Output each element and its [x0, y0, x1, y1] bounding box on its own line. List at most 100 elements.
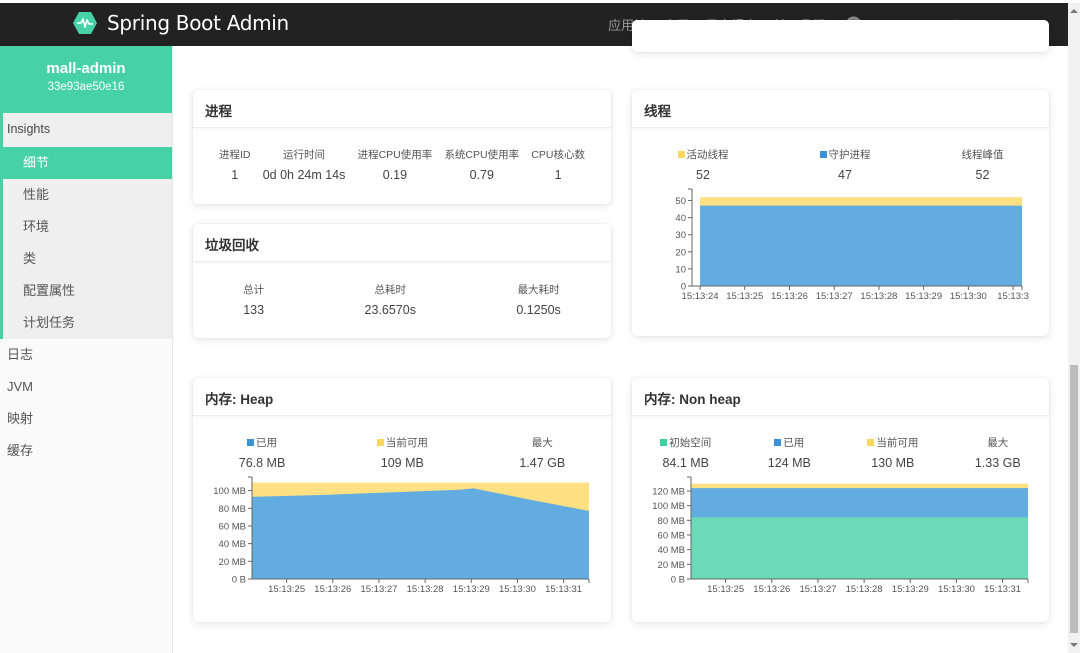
- x-tick-label: 15:13:24: [682, 291, 719, 302]
- stat-gc-total-time: 总耗时 23.6570s: [364, 284, 416, 317]
- sidebar: mall-admin 33e93ae50e16 Insights 细节 性能 环…: [0, 46, 173, 653]
- x-tick-label: 15:13:30: [938, 584, 975, 595]
- instance-name: mall-admin: [46, 60, 126, 77]
- x-tick-label: 15:13:28: [846, 584, 883, 595]
- stat-live-threads: 活动线程 52: [677, 147, 729, 182]
- nonheap-card-title: 内存: Non heap: [632, 378, 1049, 416]
- partial-card: [632, 20, 1049, 52]
- y-tick-label: 20 MB: [219, 557, 246, 568]
- x-tick-label: 15:13:29: [892, 584, 929, 595]
- stat-heap-max: 最大 1.47 GB: [519, 437, 566, 470]
- threads-card: 线程 活动线程 52 守护进程 47 线程峰值 52 0 10 20 30 40 50 15:13…: [632, 90, 1049, 336]
- y-tick-label: 60 MB: [219, 521, 246, 532]
- x-tick-label: 15:13:26: [753, 584, 790, 595]
- legend-swatch: [660, 439, 668, 446]
- x-tick-label: 15:13:28: [407, 584, 444, 595]
- sidebar-item-caches[interactable]: 缓存: [0, 435, 172, 467]
- y-tick-label: 120 MB: [652, 487, 685, 498]
- heap-card-title: 内存: Heap: [193, 378, 611, 416]
- area-series-2: [691, 517, 1028, 579]
- x-tick-label: 15:13:29: [453, 584, 490, 595]
- stat-nonheap-init: 初始空间 84.1 MB: [660, 435, 711, 470]
- stat-daemon-threads: 守护进程 47: [819, 147, 871, 182]
- sidebar-item-scheduled-tasks[interactable]: 计划任务: [3, 307, 172, 339]
- sidebar-item-metrics[interactable]: 性能: [3, 179, 172, 211]
- area-series-1: [700, 205, 1022, 286]
- stat-system-cpu: 系统CPU使用率 0.79: [444, 149, 520, 182]
- y-tick-label: 20 MB: [658, 560, 685, 571]
- x-tick-label: 15:13:25: [268, 584, 305, 595]
- x-tick-label: 15:13:31: [545, 584, 582, 595]
- brand[interactable]: Spring Boot Admin: [72, 11, 289, 35]
- stat-heap-used: 已用 76.8 MB: [238, 437, 286, 470]
- y-tick-label: 40: [675, 213, 686, 224]
- y-tick-label: 100 MB: [652, 501, 685, 512]
- y-tick-label: 40 MB: [658, 545, 685, 556]
- legend-swatch: [819, 151, 827, 158]
- legend-swatch: [867, 439, 875, 446]
- x-tick-label: 15:13:30: [499, 584, 536, 595]
- sidebar-item-logging[interactable]: 日志: [0, 339, 172, 371]
- x-tick-label: 15:13:27: [799, 584, 836, 595]
- x-tick-label: 15:13:30: [950, 291, 987, 302]
- scroll-down-arrow-icon[interactable]: [1070, 643, 1078, 647]
- nonheap-chart: 0 B 20 MB 40 MB 60 MB 80 MB 100 MB 120 MB 15:13…: [652, 476, 1029, 595]
- stat-nonheap-committed: 当前可用 130 MB: [867, 435, 918, 470]
- stat-uptime: 运行时间 0d 0h 24m 14s: [262, 149, 346, 182]
- gc-card-title: 垃圾回收: [193, 224, 611, 262]
- x-tick-label: 15:13:25: [726, 291, 763, 302]
- x-tick-label: 15:13:31: [984, 584, 1021, 595]
- stat-nonheap-max: 最大 1.33 GB: [974, 437, 1021, 470]
- sidebar-group-insights: Insights 细节 性能 环境 类 配置属性 计划任务: [0, 113, 172, 339]
- threads-chart: 0102030405015:13:24 15:13:25 15:13:26 15:13…: [675, 188, 1029, 302]
- process-stats: 进程ID 1 运行时间 0d 0h 24m 14s 进程CPU使用率 0.19 系统C…: [193, 128, 611, 182]
- app-title: Spring Boot Admin: [107, 11, 289, 35]
- spring-boot-admin-logo-icon: [73, 12, 97, 34]
- stat-nonheap-used: 已用 124 MB: [767, 437, 811, 470]
- threads-card-title: 线程: [632, 90, 1049, 128]
- sidebar-item-beans[interactable]: 类: [3, 243, 172, 275]
- sidebar-item-environment[interactable]: 环境: [3, 211, 172, 243]
- instance-header: mall-admin 33e93ae50e16: [0, 46, 172, 113]
- sidebar-item-configprops[interactable]: 配置属性: [3, 275, 172, 307]
- gc-stats: 总计 133 总耗时 23.6570s 最大耗时 0.1250s: [193, 262, 611, 317]
- heap-stats: 已用 76.8 MB 当前可用 109 MB 最大 1.47 GB: [193, 416, 611, 470]
- stat-process-cpu: 进程CPU使用率 0.19: [357, 149, 433, 182]
- y-tick-label: 50: [675, 196, 686, 207]
- sidebar-item-mappings[interactable]: 映射: [0, 403, 172, 435]
- y-tick-label: 100 MB: [213, 486, 246, 497]
- x-tick-label: 15:13:28: [860, 291, 897, 302]
- scroll-up-arrow-icon[interactable]: [1070, 9, 1078, 13]
- y-tick-label: 40 MB: [219, 539, 246, 550]
- stat-heap-committed: 当前可用 109 MB: [376, 435, 428, 470]
- nonheap-stats: 初始空间 84.1 MB 已用 124 MB 当前可用 130 MB 最大 1.33 G…: [632, 416, 1049, 470]
- sidebar-item-details[interactable]: 细节: [0, 147, 172, 179]
- process-card-title: 进程: [193, 90, 611, 128]
- gc-card: 垃圾回收 总计 133 总耗时 23.6570s 最大耗时 0.1250s: [193, 224, 611, 338]
- legend-swatch: [774, 439, 782, 446]
- x-tick-label: 15:13:27: [360, 584, 397, 595]
- sidebar-item-jvm[interactable]: JVM: [0, 371, 172, 403]
- stat-pid: 进程ID 1: [219, 149, 251, 182]
- vertical-scrollbar[interactable]: [1068, 3, 1080, 653]
- x-tick-label: 15:13:26: [314, 584, 351, 595]
- legend-swatch: [677, 151, 685, 158]
- stat-cpu-cores: CPU核心数 1: [531, 149, 585, 182]
- threads-stats: 活动线程 52 守护进程 47 线程峰值 52: [632, 128, 1049, 182]
- y-tick-label: 20: [675, 247, 686, 258]
- area-series-1: [252, 488, 589, 579]
- legend-swatch: [376, 439, 384, 446]
- heap-chart: 0 B 20 MB 40 MB 60 MB 80 MB 100 MB 15:13:25 15:…: [213, 476, 590, 595]
- x-tick-label: 15:13:3: [997, 291, 1029, 302]
- scrollbar-thumb[interactable]: [1070, 365, 1078, 633]
- heap-card: 内存: Heap 已用 76.8 MB 当前可用 109 MB 最大 1.47 GB …: [193, 378, 611, 622]
- y-tick-label: 80 MB: [658, 516, 685, 527]
- stat-gc-count: 总计 133: [243, 284, 265, 317]
- y-tick-label: 60 MB: [658, 531, 685, 542]
- instance-id: 33e93ae50e16: [47, 81, 125, 93]
- y-tick-label: 80 MB: [219, 504, 246, 515]
- y-tick-label: 0 B: [671, 575, 685, 586]
- legend-swatch: [247, 439, 255, 446]
- sidebar-group-title[interactable]: Insights: [3, 113, 172, 147]
- x-tick-label: 15:13:25: [707, 584, 744, 595]
